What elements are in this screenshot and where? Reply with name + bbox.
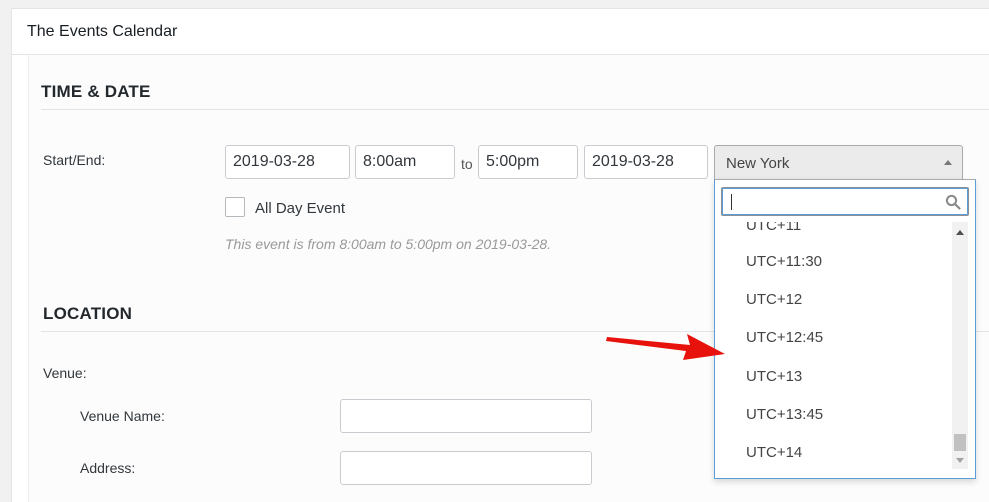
event-time-summary: This event is from 8:00am to 5:00pm on 2…: [225, 236, 552, 252]
timezone-option[interactable]: UTC+13:45: [746, 406, 823, 423]
panel-title: The Events Calendar: [27, 23, 178, 40]
scrollbar-thumb[interactable]: [954, 434, 966, 451]
venue-name-label: Venue Name:: [80, 408, 165, 424]
timezone-dropdown: UTC+11 UTC+11:30 UTC+12 UTC+12:45 UTC+13…: [714, 179, 976, 479]
address-input[interactable]: [340, 451, 592, 485]
time-date-divider: [41, 109, 989, 110]
location-heading: LOCATION: [43, 304, 133, 323]
timezone-option[interactable]: UTC+13: [746, 368, 802, 385]
timezone-search-input[interactable]: [721, 187, 969, 216]
timezone-options-list: UTC+11 UTC+11:30 UTC+12 UTC+12:45 UTC+13…: [715, 222, 947, 478]
end-time-input[interactable]: [478, 145, 578, 179]
timezone-select[interactable]: New York: [714, 145, 963, 180]
start-end-label: Start/End:: [43, 152, 106, 168]
scroll-up-icon[interactable]: [956, 230, 964, 235]
to-label: to: [461, 156, 473, 172]
timezone-option[interactable]: UTC+12:45: [746, 329, 823, 346]
venue-label: Venue:: [43, 365, 87, 381]
red-arrow-icon: [606, 334, 725, 360]
address-label: Address:: [80, 460, 136, 476]
search-icon: [945, 194, 961, 210]
timezone-option[interactable]: UTC+12: [746, 291, 802, 308]
chevron-up-icon: [944, 160, 952, 165]
timezone-option[interactable]: UTC+14: [746, 444, 802, 461]
time-date-heading: TIME & DATE: [41, 82, 151, 101]
options-scrollbar[interactable]: [952, 222, 968, 469]
scroll-down-icon[interactable]: [956, 458, 964, 463]
timezone-selected-value: New York: [726, 155, 790, 172]
text-cursor: [731, 194, 732, 210]
start-date-input[interactable]: [225, 145, 350, 179]
start-time-input[interactable]: [355, 145, 455, 179]
all-day-label[interactable]: All Day Event: [255, 200, 345, 217]
panel-header: The Events Calendar: [12, 9, 989, 55]
end-date-input[interactable]: [584, 145, 708, 179]
venue-name-input[interactable]: [340, 399, 592, 433]
timezone-option[interactable]: UTC+11: [746, 222, 801, 234]
all-day-checkbox[interactable]: [225, 197, 245, 217]
timezone-option[interactable]: UTC+11:30: [746, 253, 822, 270]
